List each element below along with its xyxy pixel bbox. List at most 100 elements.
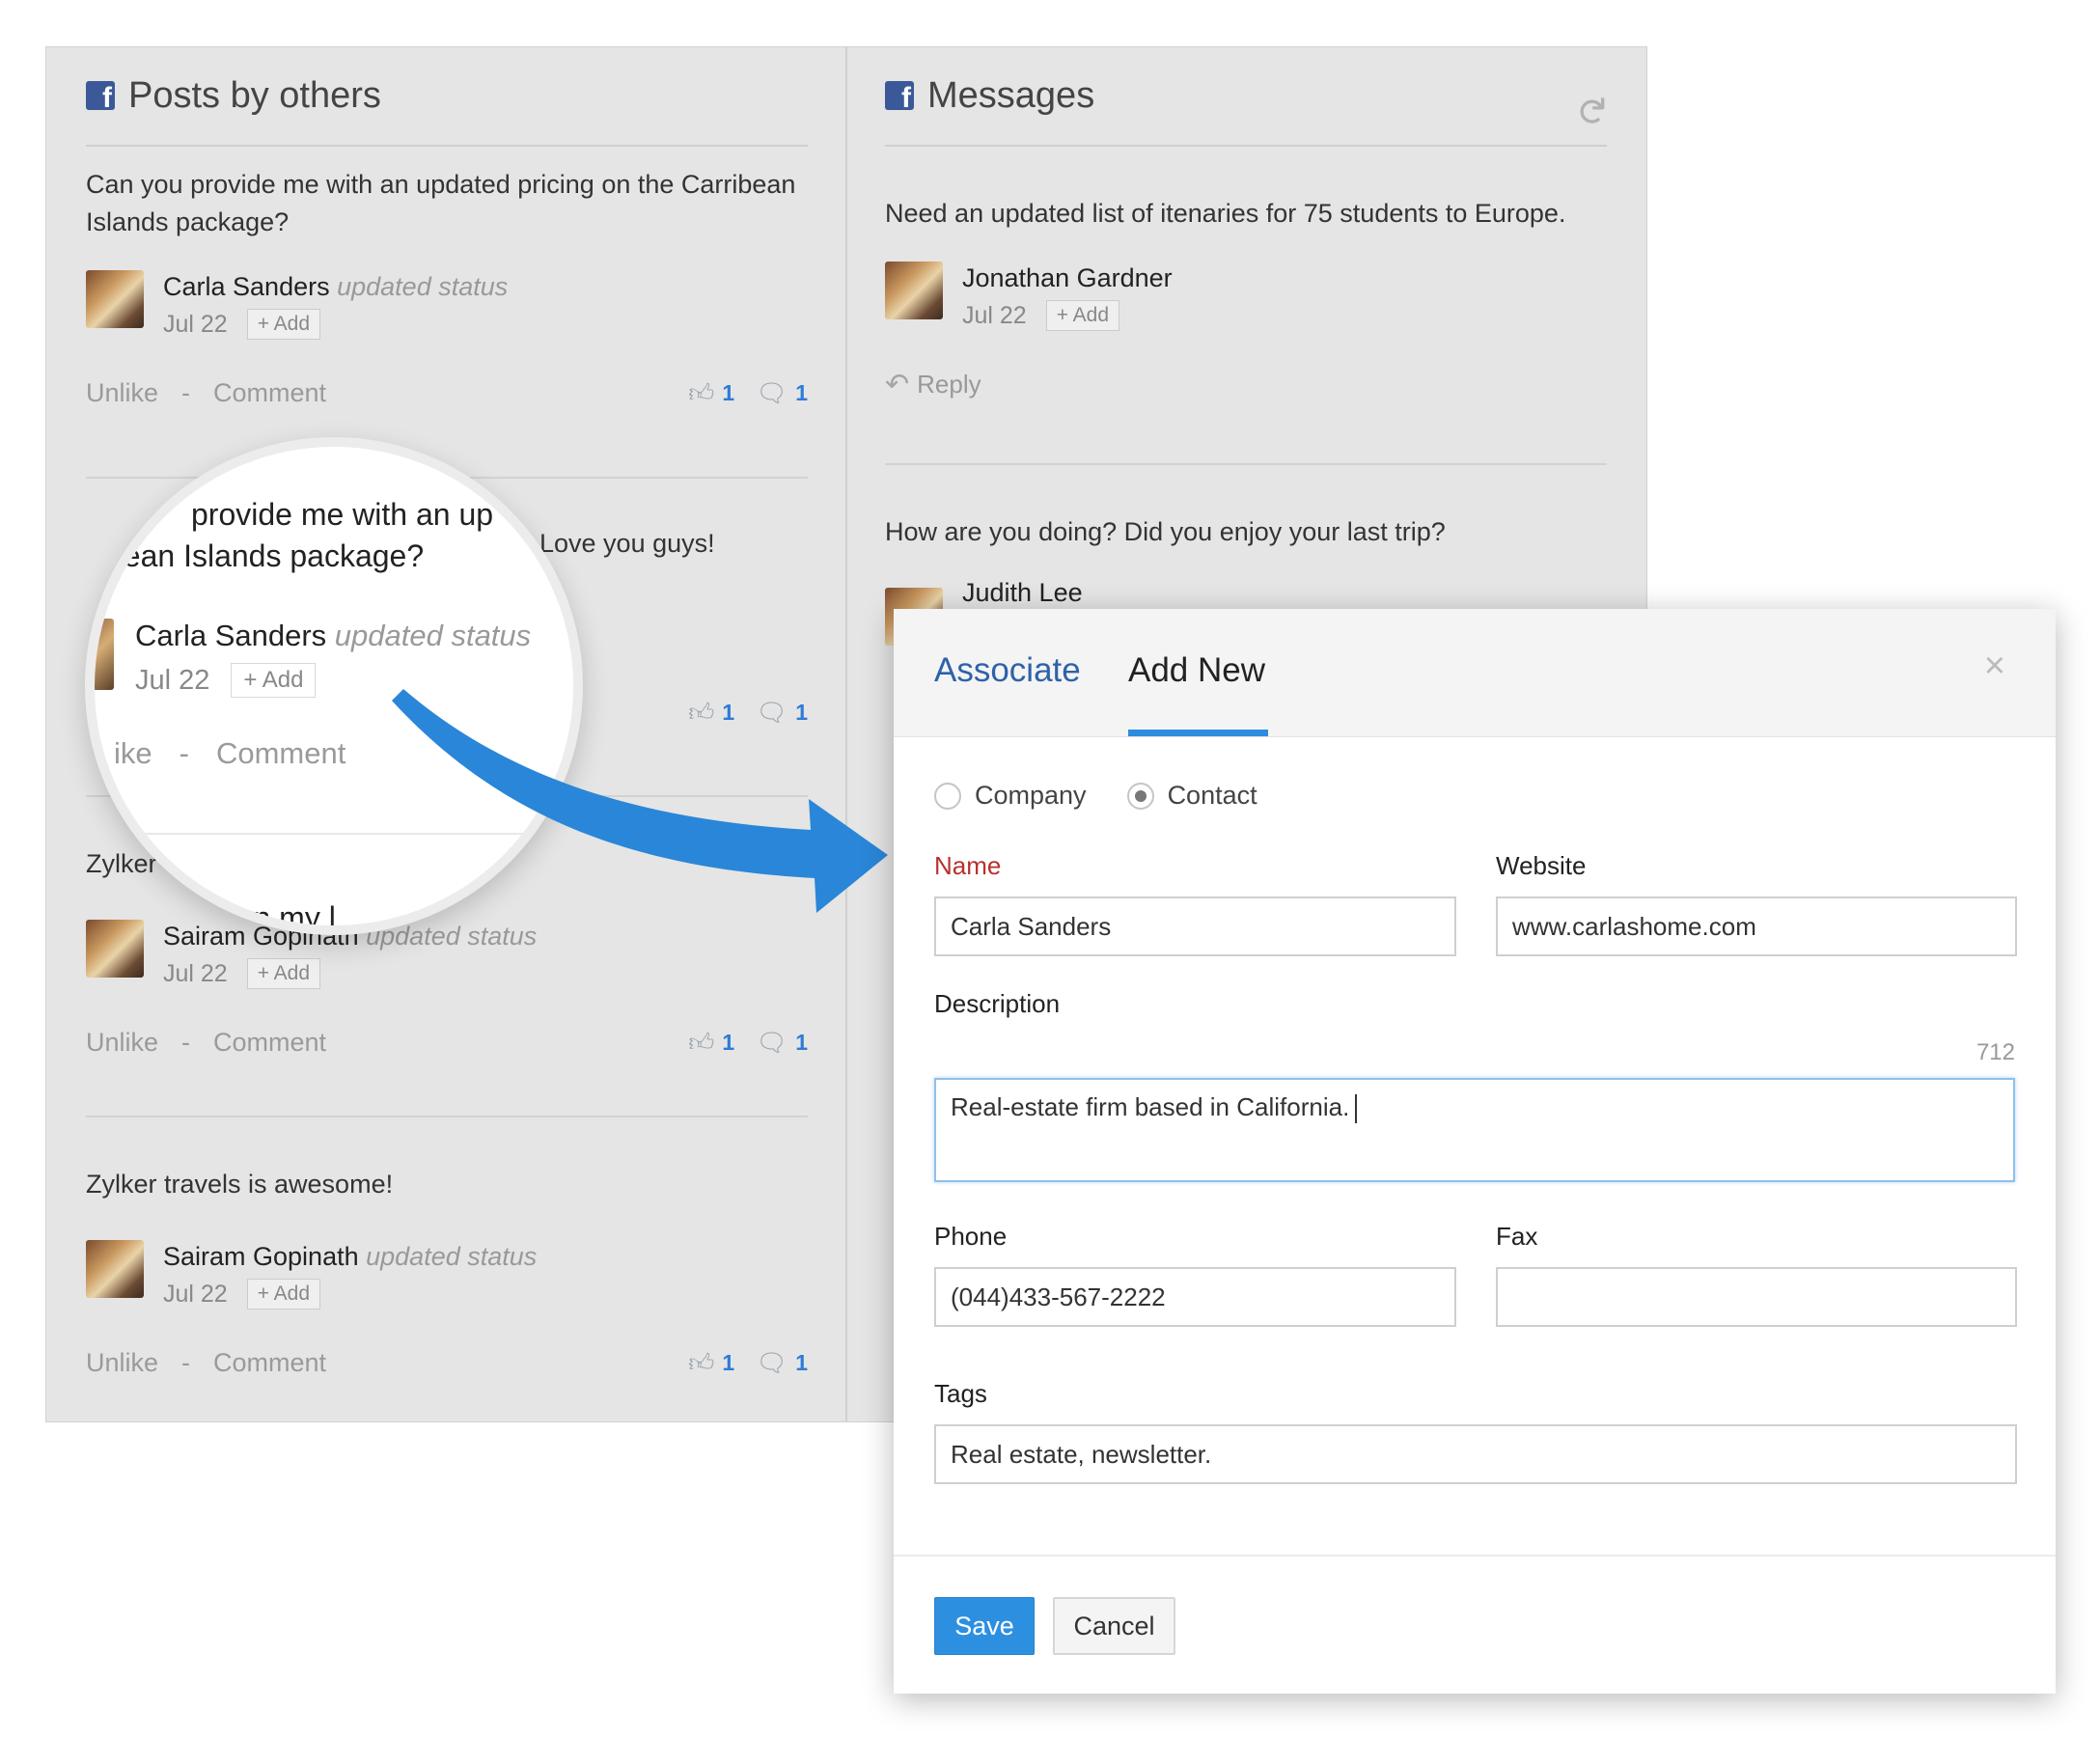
magnified-text: provide me with an up (191, 497, 494, 532)
cancel-button[interactable]: Cancel (1053, 1597, 1175, 1655)
close-icon[interactable]: × (1984, 646, 2005, 687)
phone-label: Phone (934, 1222, 1008, 1251)
comment-bubble-icon: 🗨︎ (756, 1028, 788, 1057)
radio-contact[interactable]: Contact (1126, 781, 1257, 811)
post-author: Sairam Gopinath updated status Jul 22 + … (86, 1240, 808, 1310)
comment-link[interactable]: Comment (213, 1348, 326, 1378)
comment-bubble-icon: 🗨︎ (756, 378, 788, 407)
author-name[interactable]: Jonathan Gardner (962, 262, 1173, 294)
radio-label: Contact (1167, 781, 1257, 810)
author-activity: updated status (334, 619, 532, 652)
unlike-link[interactable]: Unlike (86, 1028, 158, 1058)
tags-input[interactable]: Real estate, newsletter. (934, 1424, 2017, 1484)
refresh-icon[interactable]: ↻ (1568, 95, 1613, 127)
website-label: Website (1496, 851, 1587, 880)
message-date: Jul 22 (962, 301, 1027, 329)
callout-arrow-icon (392, 689, 888, 913)
message-item: Need an updated list of itenaries for 75… (885, 195, 1607, 401)
thumbs-up-icon: 👍︎ (688, 1348, 715, 1377)
comment-count[interactable]: 1 (795, 1350, 808, 1376)
comment-link[interactable]: Comment (213, 1028, 326, 1058)
tab-add-new[interactable]: Add New (1128, 651, 1265, 690)
character-counter: 712 (1976, 1039, 2015, 1065)
author-name[interactable]: Carla Sanders (163, 272, 330, 301)
active-tab-indicator (1128, 730, 1268, 736)
like-count[interactable]: 1 (722, 1350, 734, 1376)
save-button[interactable]: Save (934, 1597, 1035, 1655)
name-label: Name (934, 851, 1002, 880)
arrow-shape (392, 689, 888, 913)
post-item: Can you provide me with an updated prici… (86, 166, 808, 408)
reply-arrow-icon: ↶ (885, 369, 910, 400)
author-activity: updated status (366, 1242, 538, 1271)
add-button[interactable]: + Add (246, 1279, 321, 1310)
name-input[interactable]: Carla Sanders (934, 896, 1456, 956)
comment-count[interactable]: 1 (795, 380, 808, 406)
posts-title: Posts by others (128, 74, 381, 116)
avatar (885, 262, 943, 319)
add-new-dialog: Associate Add New × Company Contact Name… (894, 609, 2056, 1694)
messages-panel: Messages ↻ Need an updated list of itena… (885, 46, 1612, 646)
author-name: Carla Sanders (135, 619, 327, 652)
reply-link[interactable]: ↶ Reply (885, 368, 1607, 401)
post-actions: Unlike - Comment 👍︎ 1 🗨︎ 1 (86, 378, 808, 408)
text-caret (1355, 1094, 1358, 1124)
tags-label: Tags (934, 1379, 987, 1408)
author-line: Carla Sanders updated status (135, 619, 531, 653)
add-button[interactable]: + Add (246, 309, 321, 340)
message-separator (885, 463, 1607, 465)
unlike-link[interactable]: Unlike (86, 1348, 158, 1378)
like-count[interactable]: 1 (722, 380, 734, 406)
like-count[interactable]: 1 (722, 1030, 734, 1056)
post-text: Can you provide me with an updated prici… (86, 170, 796, 236)
fax-label: Fax (1496, 1222, 1538, 1251)
comment-bubble-icon: 🗨︎ (756, 1348, 788, 1377)
post-author: Carla Sanders updated status Jul 22 + Ad… (86, 270, 808, 340)
post-counts: 👍︎ 1 🗨︎ 1 (688, 378, 808, 408)
add-button: + Add (231, 663, 317, 698)
author-line: Sairam Gopinath updated status (163, 1240, 537, 1273)
messages-header: Messages ↻ (885, 46, 1612, 147)
tab-associate[interactable]: Associate (934, 651, 1081, 690)
phone-input[interactable]: (044)433-567-2222 (934, 1267, 1456, 1327)
fax-input[interactable] (1496, 1267, 2017, 1327)
message-text: Need an updated list of itenaries for 75… (885, 199, 1566, 228)
posts-panel: Posts by others Can you provide me with … (86, 46, 808, 1377)
post-author: Sairam Gopinath updated status Jul 22 + … (86, 920, 808, 989)
facebook-icon (86, 81, 115, 113)
record-type-radios: Company Contact (934, 781, 1257, 811)
reply-label: Reply (917, 370, 981, 399)
post-item: Zylker travels is awesome! Sairam Gopina… (86, 1166, 808, 1378)
author-meta: Jul 22 + Add (163, 309, 508, 340)
author-meta: Jul 22 + Add (962, 300, 1173, 331)
action-separator: - (181, 378, 191, 407)
magnified-actions: ike - Comment (114, 736, 345, 771)
description-textarea[interactable]: Real-estate firm based in California. (934, 1078, 2015, 1182)
avatar (86, 920, 144, 978)
radio-button[interactable] (934, 782, 961, 810)
author-activity: updated status (337, 272, 509, 301)
comment-link[interactable]: Comment (213, 378, 326, 408)
message-text: How are you doing? Did you enjoy your la… (885, 517, 1446, 546)
messages-title: Messages (927, 74, 1095, 116)
website-input[interactable]: www.carlashome.com (1496, 896, 2017, 956)
dialog-footer-divider (894, 1555, 2056, 1557)
radio-company[interactable]: Company (934, 781, 1087, 811)
thumbs-up-icon: 👍︎ (688, 1028, 715, 1057)
comment-link: Comment (215, 736, 346, 770)
avatar (86, 270, 144, 328)
post-date: Jul 22 (163, 310, 228, 338)
screenshot-stage: Posts by others Can you provide me with … (0, 0, 2100, 1737)
post-counts: 👍︎ 1 🗨︎ 1 (688, 1348, 808, 1378)
author-meta: Jul 22 + Add (163, 1279, 537, 1310)
unlike-link[interactable]: Unlike (86, 378, 158, 408)
add-button[interactable]: + Add (1045, 300, 1120, 331)
comment-count[interactable]: 1 (795, 1030, 808, 1056)
radio-button-checked[interactable] (1126, 782, 1154, 810)
post-text: Zylker travels is awesome! (86, 1170, 394, 1199)
post-date: Jul 22 (163, 1280, 228, 1308)
author-meta: Jul 22 + Add (163, 958, 537, 989)
post-actions: Unlike - Comment 👍︎ 1 🗨︎ 1 (86, 1348, 808, 1378)
author-name[interactable]: Sairam Gopinath (163, 1242, 359, 1271)
add-button[interactable]: + Add (246, 958, 321, 989)
